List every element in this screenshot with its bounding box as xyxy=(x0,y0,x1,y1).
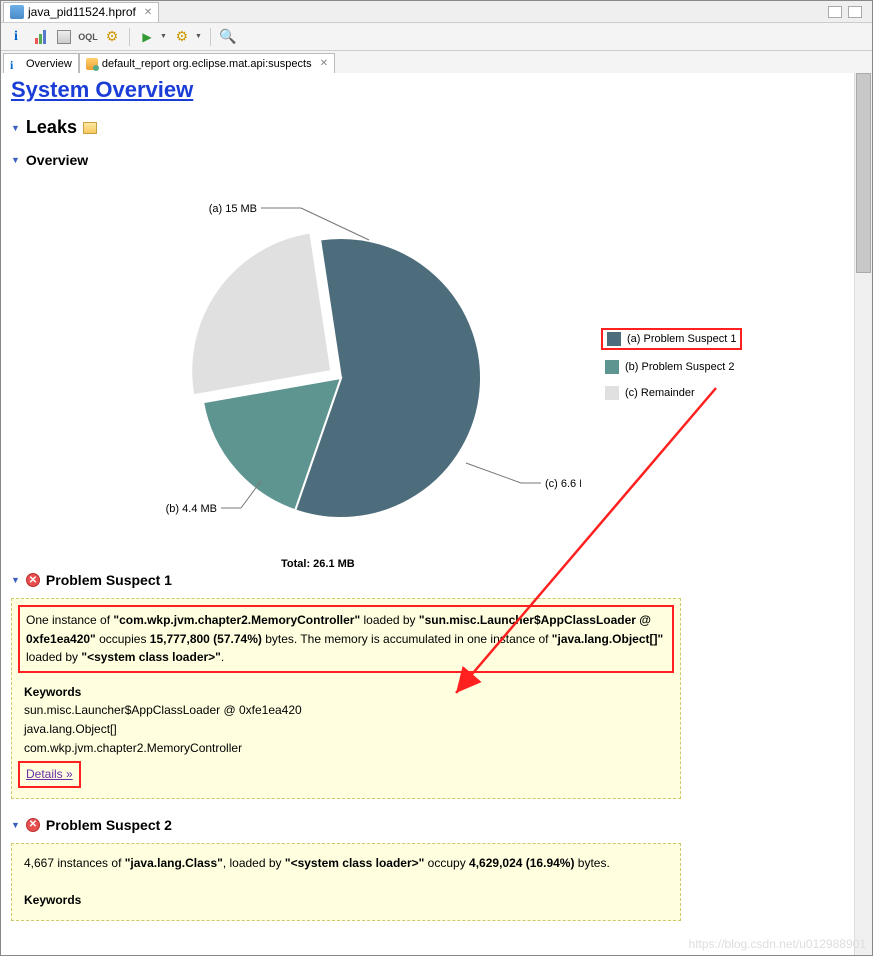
keyword: com.wkp.jvm.chapter2.MemoryController xyxy=(24,739,668,758)
section-problem-suspect-1: ▼ ✕ Problem Suspect 1 xyxy=(11,572,844,588)
legend-swatch xyxy=(605,386,619,400)
twistie-icon[interactable]: ▼ xyxy=(11,123,20,133)
section-heading: Problem Suspect 1 xyxy=(46,572,172,588)
query-button[interactable]: ⚙ xyxy=(173,28,191,46)
scrollbar-thumb[interactable] xyxy=(856,73,871,273)
error-icon: ✕ xyxy=(26,818,40,832)
run-report-button[interactable]: ▶ xyxy=(138,28,156,46)
close-icon[interactable]: ✕ xyxy=(144,7,152,18)
tab-label: default_report org.eclipse.mat.api:suspe… xyxy=(102,58,312,70)
report-content: System Overview ▼ Leaks ▼ Overview (a) 1… xyxy=(1,73,854,955)
info-icon: i xyxy=(14,29,18,45)
section-problem-suspect-2: ▼ ✕ Problem Suspect 2 xyxy=(11,817,844,833)
chart-legend: (a) Problem Suspect 1 (b) Problem Suspect… xyxy=(601,328,742,410)
window-controls xyxy=(828,6,872,18)
section-overview: ▼ Overview xyxy=(11,152,844,168)
pie-chart-area: (a) 15 MB (b) 4.4 MB (c) 6.6 MB Total: 2… xyxy=(61,178,844,558)
chevron-down-icon[interactable]: ▼ xyxy=(195,33,202,40)
file-tab[interactable]: java_pid11524.hprof ✕ xyxy=(3,2,159,22)
keywords-heading: Keywords xyxy=(24,683,668,702)
tab-label: Overview xyxy=(26,58,72,70)
tab-overview[interactable]: i Overview xyxy=(3,53,79,73)
sub-tab-bar: i Overview default_report org.eclipse.ma… xyxy=(1,51,872,73)
info-icon: i xyxy=(10,58,22,70)
suspect-1-panel: One instance of "com.wkp.jvm.chapter2.Me… xyxy=(11,598,681,799)
minimize-button[interactable] xyxy=(828,6,842,18)
keyword: sun.misc.Launcher$AppClassLoader @ 0xfe1… xyxy=(24,701,668,720)
file-tab-label: java_pid11524.hprof xyxy=(28,5,136,19)
report-icon xyxy=(86,58,98,70)
section-heading: Overview xyxy=(26,152,88,168)
twistie-icon[interactable]: ▼ xyxy=(11,155,20,165)
tree-icon xyxy=(57,30,71,44)
suspect-1-description: One instance of "com.wkp.jvm.chapter2.Me… xyxy=(18,605,674,673)
maximize-button[interactable] xyxy=(848,6,862,18)
suspect-2-panel: 4,667 instances of "java.lang.Class", lo… xyxy=(11,843,681,921)
pie-slice-a xyxy=(295,238,481,518)
section-heading: Problem Suspect 2 xyxy=(46,817,172,833)
heap-dump-icon xyxy=(10,5,24,19)
legend-label: (b) Problem Suspect 2 xyxy=(625,361,734,373)
chart-total: Total: 26.1 MB xyxy=(281,558,355,570)
legend-label: (a) Problem Suspect 1 xyxy=(627,333,736,345)
pie-slice-c xyxy=(191,233,331,396)
play-icon: ▶ xyxy=(142,30,151,44)
oql-icon: OQL xyxy=(78,32,98,42)
toolbar: i OQL ⚙ ▶ ▼ ⚙ ▼ 🔍 xyxy=(1,23,872,51)
close-icon[interactable]: ✕ xyxy=(320,58,328,69)
page-title[interactable]: System Overview xyxy=(11,77,193,102)
pie-chart: (a) 15 MB (b) 4.4 MB (c) 6.6 MB xyxy=(61,178,581,558)
legend-swatch xyxy=(607,332,621,346)
slice-label-b: (b) 4.4 MB xyxy=(166,503,217,515)
watermark: https://blog.csdn.net/u012988901 xyxy=(689,937,866,951)
twistie-icon[interactable]: ▼ xyxy=(11,575,20,585)
slice-label-c: (c) 6.6 MB xyxy=(545,478,581,490)
slice-label-a: (a) 15 MB xyxy=(209,203,257,215)
chevron-down-icon[interactable]: ▼ xyxy=(160,33,167,40)
tab-default-report[interactable]: default_report org.eclipse.mat.api:suspe… xyxy=(79,53,335,73)
scrollbar[interactable] xyxy=(854,73,872,955)
editor-tab-bar: java_pid11524.hprof ✕ xyxy=(1,1,872,23)
histogram-button[interactable] xyxy=(31,28,49,46)
keyword: java.lang.Object[] xyxy=(24,720,668,739)
legend-item-c[interactable]: (c) Remainder xyxy=(601,384,742,402)
error-icon: ✕ xyxy=(26,573,40,587)
legend-label: (c) Remainder xyxy=(625,387,695,399)
legend-item-b[interactable]: (b) Problem Suspect 2 xyxy=(601,358,742,376)
legend-swatch xyxy=(605,360,619,374)
section-leaks: ▼ Leaks xyxy=(11,117,844,138)
keywords-heading: Keywords xyxy=(24,891,668,910)
details-link[interactable]: Details » xyxy=(26,767,73,781)
gears-icon: ⚙ xyxy=(106,28,119,45)
gear-icon: ⚙ xyxy=(176,28,189,45)
bar-chart-icon xyxy=(35,30,46,44)
info-button[interactable]: i xyxy=(7,28,25,46)
section-heading: Leaks xyxy=(26,117,77,138)
search-button[interactable]: 🔍 xyxy=(219,28,237,46)
legend-item-a[interactable]: (a) Problem Suspect 1 xyxy=(601,328,742,350)
folder-icon xyxy=(83,122,97,134)
thread-button[interactable]: ⚙ xyxy=(103,28,121,46)
suspect-2-description: 4,667 instances of "java.lang.Class", lo… xyxy=(24,854,668,873)
details-link-box: Details » xyxy=(18,761,81,788)
twistie-icon[interactable]: ▼ xyxy=(11,820,20,830)
search-icon: 🔍 xyxy=(219,28,236,45)
dominator-tree-button[interactable] xyxy=(55,28,73,46)
oql-button[interactable]: OQL xyxy=(79,28,97,46)
